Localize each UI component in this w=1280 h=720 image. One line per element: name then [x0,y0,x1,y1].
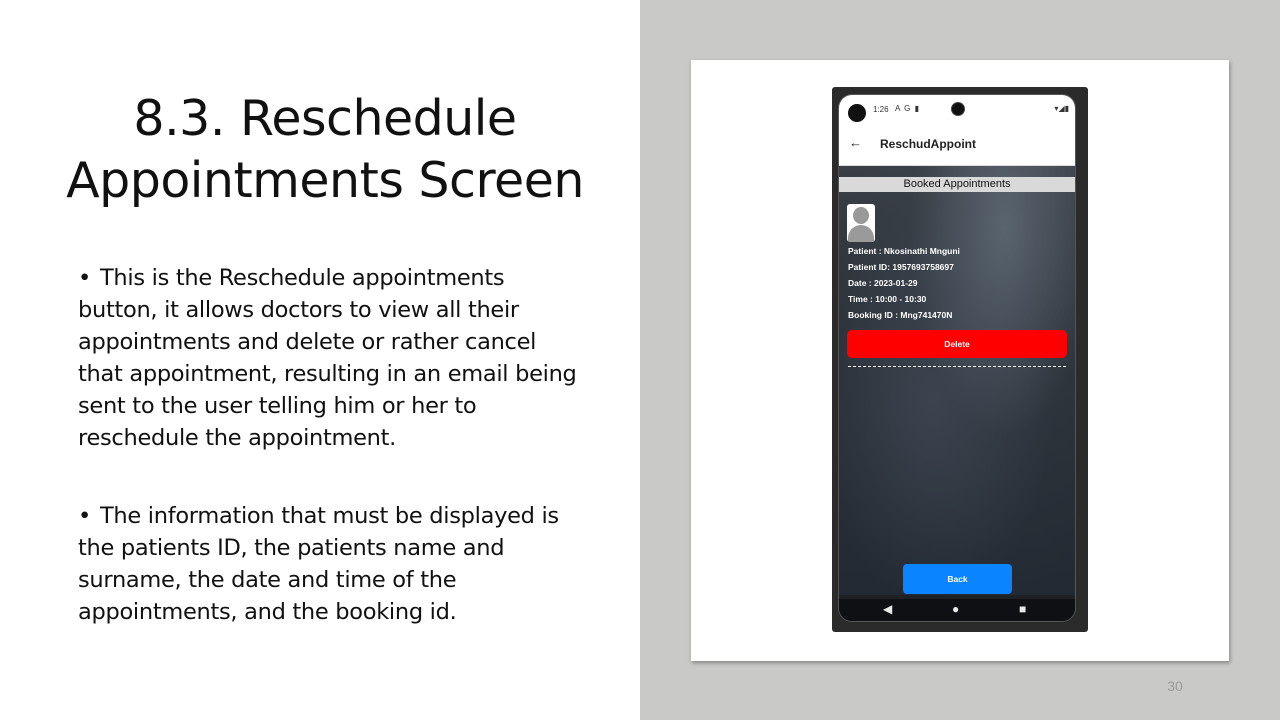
camera-icon [848,104,866,122]
phone-screen: 1:26 A G ▮ ▾◢▮ ← ReschudAppoint Booked A… [838,94,1076,622]
avatar-head [853,207,869,224]
slide-title: 8.3. Reschedule Appointments Screen [40,88,610,212]
status-bar: 1:26 A G ▮ ▾◢▮ [839,95,1075,123]
back-button[interactable]: Back [903,564,1012,594]
delete-button[interactable]: Delete [847,330,1067,358]
appointment-date: Date : 2023-01-29 [848,278,918,288]
appointment-time: Time : 10:00 - 10:30 [848,294,927,304]
page-number: 30 [1167,678,1183,694]
bullet-text: The information that must be displayed i… [78,503,559,625]
notification-icons: A G ▮ [895,104,920,113]
bullet-dot: • [78,265,91,291]
signal-battery-icons: ▾◢▮ [1054,104,1069,113]
patient-id: Patient ID: 1957693758697 [848,262,954,272]
bullet-text: This is the Reschedule appointments butt… [78,265,577,451]
slide-title-line-1: 8.3. Reschedule [133,90,517,147]
booking-id: Booking ID : Mng741470N [848,310,953,320]
patient-name: Patient : Nkosinathi Mnguni [848,246,960,256]
bullet-item: • The information that must be displayed … [78,500,578,628]
status-time: 1:26 [873,105,889,114]
app-bar-title: ReschudAppoint [880,137,976,151]
avatar-body [848,225,874,242]
phone-frame: 1:26 A G ▮ ▾◢▮ ← ReschudAppoint Booked A… [832,87,1088,632]
booked-appointments-header: Booked Appointments [839,177,1075,192]
bullet-dot: • [78,503,91,529]
back-arrow-icon[interactable]: ← [849,135,862,150]
patient-avatar-icon [847,204,875,242]
slide-title-line-2: Appointments Screen [66,152,584,209]
punch-hole-camera-icon [951,102,965,116]
bullet-item: • This is the Reschedule appointments but… [78,262,578,454]
nav-home-icon[interactable]: ● [952,602,959,616]
slide-left-panel: 8.3. Reschedule Appointments Screen • Thi… [0,0,640,720]
nav-recents-icon[interactable]: ■ [1019,602,1026,616]
app-bar: ← ReschudAppoint [839,123,1075,166]
divider [848,366,1066,367]
bullet-list: • This is the Reschedule appointments but… [78,262,578,674]
system-nav-bar: ◀ ● ■ [839,599,1075,621]
nav-back-icon[interactable]: ◀ [883,602,892,616]
